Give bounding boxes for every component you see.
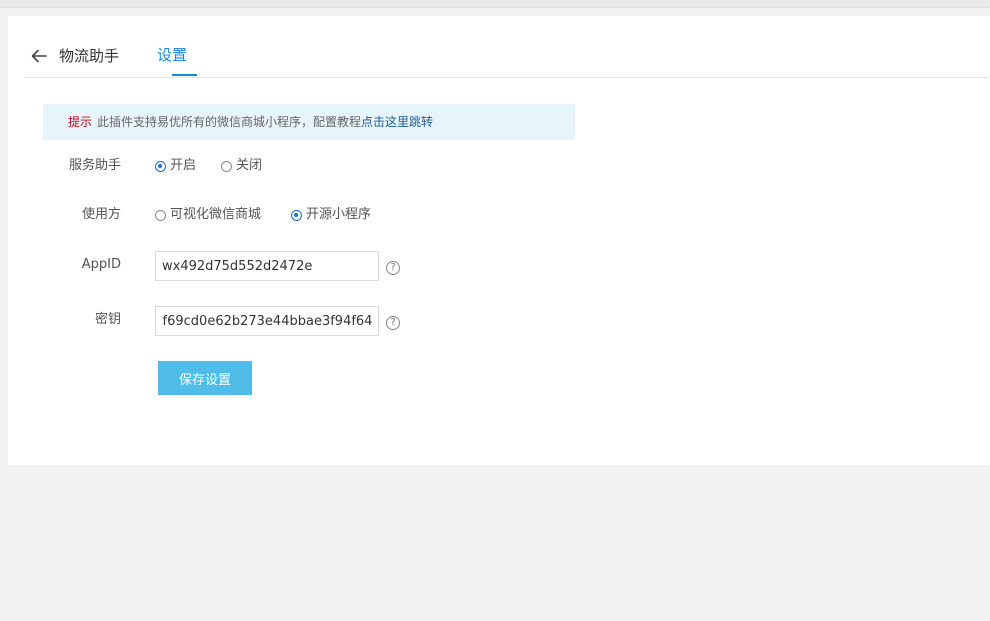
assistant-radio-off[interactable]: 关闭: [221, 157, 262, 175]
save-settings-button[interactable]: 保存设置: [158, 361, 252, 395]
arrow-left-icon[interactable]: [30, 47, 48, 65]
assistant-radio-on-label: 开启: [170, 158, 197, 173]
assistant-radio-off-label: 关闭: [236, 158, 263, 173]
assistant-label: 服务助手: [68, 158, 121, 173]
secret-input[interactable]: [155, 306, 379, 336]
tab-settings[interactable]: 设置: [157, 45, 187, 65]
secret-label: 密钥: [94, 312, 121, 327]
user-side-radio-open-source[interactable]: 开源小程序: [291, 206, 371, 224]
radio-checked-icon: [291, 209, 302, 221]
question-circle-icon[interactable]: ?: [386, 316, 400, 330]
tip-text: 此插件支持易优所有的微信商城小程序，配置教程: [97, 115, 362, 129]
top-shade-bar: [0, 0, 990, 8]
tab-active-indicator: [172, 74, 197, 76]
assistant-radio-on[interactable]: 开启: [155, 157, 196, 175]
tutorial-link[interactable]: 点击这里跳转: [361, 115, 433, 129]
user-side-label: 使用方: [81, 207, 121, 222]
page-title: 物流助手: [59, 47, 120, 65]
appid-label: AppID: [81, 257, 121, 272]
radio-checked-icon: [155, 160, 166, 172]
appid-input[interactable]: [155, 251, 379, 281]
radio-unchecked-icon: [155, 209, 166, 221]
user-side-radio-visual-mall[interactable]: 可视化微信商城: [155, 206, 261, 224]
tip-banner: 提示 此插件支持易优所有的微信商城小程序，配置教程点击这里跳转: [43, 104, 575, 140]
question-circle-icon[interactable]: ?: [386, 261, 400, 275]
radio-unchecked-icon: [221, 160, 232, 172]
tip-label: 提示: [68, 115, 93, 129]
user-side-radio-visual-mall-label: 可视化微信商城: [170, 207, 262, 222]
settings-panel: 物流助手 设置 提示 此插件支持易优所有的微信商城小程序，配置教程点击这里跳转 服…: [8, 16, 990, 465]
user-side-radio-open-source-label: 开源小程序: [306, 207, 372, 222]
page-header: 物流助手 设置: [24, 16, 988, 78]
